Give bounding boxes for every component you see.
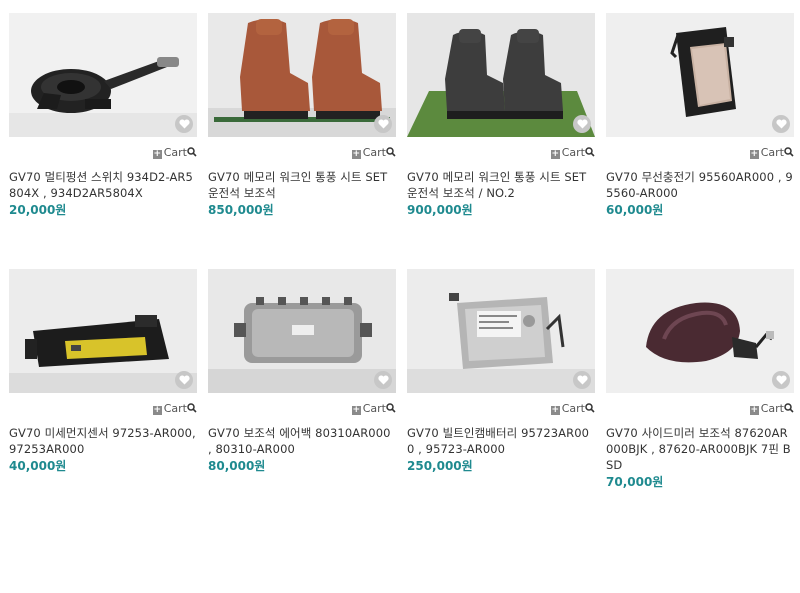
plus-icon: + — [749, 149, 759, 159]
cart-label[interactable]: Cart — [363, 146, 386, 159]
product-price: 850,000원 — [208, 203, 274, 217]
plus-icon: + — [152, 405, 162, 415]
product-title[interactable]: GV70 미세먼지센서 97253-AR000, 97253AR000 — [9, 425, 197, 457]
wishlist-heart-icon[interactable] — [374, 115, 392, 133]
wishlist-heart-icon[interactable] — [772, 371, 790, 389]
cart-label[interactable]: Cart — [363, 402, 386, 415]
add-to-cart-row[interactable]: + Cart — [606, 146, 794, 160]
plus-icon: + — [749, 405, 759, 415]
product-title[interactable]: GV70 메모리 워크인 통풍 시트 SET 운전석 보조석 — [208, 169, 396, 201]
product-price: 250,000원 — [407, 459, 473, 473]
product-image-multifunction-switch[interactable] — [9, 13, 197, 137]
plus-icon: + — [550, 405, 560, 415]
product-card[interactable]: + Cart GV70 무선충전기 95560AR000 , 95560-AR00… — [606, 13, 794, 218]
product-price: 20,000원 — [9, 203, 67, 217]
product-title[interactable]: GV70 빌트인캠배터리 95723AR000 , 95723-AR000 — [407, 425, 595, 457]
add-to-cart-row[interactable]: + Cart — [606, 402, 794, 416]
add-to-cart-row[interactable]: + Cart — [9, 146, 197, 160]
cart-label[interactable]: Cart — [761, 402, 784, 415]
plus-icon: + — [152, 149, 162, 159]
product-price: 900,000원 — [407, 203, 473, 217]
product-card[interactable]: + Cart GV70 미세먼지센서 97253-AR000, 97253AR00… — [9, 269, 197, 474]
product-image-dust-sensor[interactable] — [9, 269, 197, 393]
product-card[interactable]: + Cart GV70 메모리 워크인 통풍 시트 SET 운전석 보조석 / N… — [407, 13, 595, 218]
search-icon[interactable] — [187, 147, 197, 157]
plus-icon: + — [351, 149, 361, 159]
product-price: 40,000원 — [9, 459, 67, 473]
product-image-gray-leather-seats[interactable] — [407, 13, 595, 137]
product-card[interactable]: + Cart GV70 메모리 워크인 통풍 시트 SET 운전석 보조석 850… — [208, 13, 396, 218]
product-card[interactable]: + Cart GV70 빌트인캠배터리 95723AR000 , 95723-AR… — [407, 269, 595, 474]
cart-label[interactable]: Cart — [761, 146, 784, 159]
product-grid: + Cart GV70 멀티펑션 스위치 934D2-AR5804X , 934D… — [0, 0, 800, 593]
search-icon[interactable] — [386, 147, 396, 157]
product-image-brown-leather-seats[interactable] — [208, 13, 396, 137]
add-to-cart-row[interactable]: + Cart — [9, 402, 197, 416]
product-image-builtin-cam-battery[interactable] — [407, 269, 595, 393]
wishlist-heart-icon[interactable] — [772, 115, 790, 133]
product-card[interactable]: + Cart GV70 사이드미러 보조석 87620AR000BJK , 876… — [606, 269, 794, 490]
product-title[interactable]: GV70 보조석 에어백 80310AR000 , 80310-AR000 — [208, 425, 396, 457]
add-to-cart-row[interactable]: + Cart — [407, 146, 595, 160]
plus-icon: + — [351, 405, 361, 415]
wishlist-heart-icon[interactable] — [175, 371, 193, 389]
cart-label[interactable]: Cart — [164, 146, 187, 159]
wishlist-heart-icon[interactable] — [374, 371, 392, 389]
product-price: 70,000원 — [606, 475, 664, 489]
search-icon[interactable] — [784, 147, 794, 157]
search-icon[interactable] — [585, 403, 595, 413]
product-title[interactable]: GV70 메모리 워크인 통풍 시트 SET 운전석 보조석 / NO.2 — [407, 169, 595, 201]
add-to-cart-row[interactable]: + Cart — [407, 402, 595, 416]
wishlist-heart-icon[interactable] — [175, 115, 193, 133]
plus-icon: + — [550, 149, 560, 159]
product-image-passenger-airbag[interactable] — [208, 269, 396, 393]
search-icon[interactable] — [386, 403, 396, 413]
product-card[interactable]: + Cart GV70 보조석 에어백 80310AR000 , 80310-AR… — [208, 269, 396, 474]
add-to-cart-row[interactable]: + Cart — [208, 402, 396, 416]
product-title[interactable]: GV70 사이드미러 보조석 87620AR000BJK , 87620-AR0… — [606, 425, 794, 473]
wishlist-heart-icon[interactable] — [573, 371, 591, 389]
wishlist-heart-icon[interactable] — [573, 115, 591, 133]
product-title[interactable]: GV70 무선충전기 95560AR000 , 95560-AR000 — [606, 169, 794, 201]
search-icon[interactable] — [784, 403, 794, 413]
product-image-wireless-charger[interactable] — [606, 13, 794, 137]
cart-label[interactable]: Cart — [562, 146, 585, 159]
product-card[interactable]: + Cart GV70 멀티펑션 스위치 934D2-AR5804X , 934D… — [9, 13, 197, 218]
product-image-side-mirror[interactable] — [606, 269, 794, 393]
cart-label[interactable]: Cart — [164, 402, 187, 415]
add-to-cart-row[interactable]: + Cart — [208, 146, 396, 160]
search-icon[interactable] — [187, 403, 197, 413]
search-icon[interactable] — [585, 147, 595, 157]
product-price: 80,000원 — [208, 459, 266, 473]
product-price: 60,000원 — [606, 203, 664, 217]
cart-label[interactable]: Cart — [562, 402, 585, 415]
product-title[interactable]: GV70 멀티펑션 스위치 934D2-AR5804X , 934D2AR580… — [9, 169, 197, 201]
